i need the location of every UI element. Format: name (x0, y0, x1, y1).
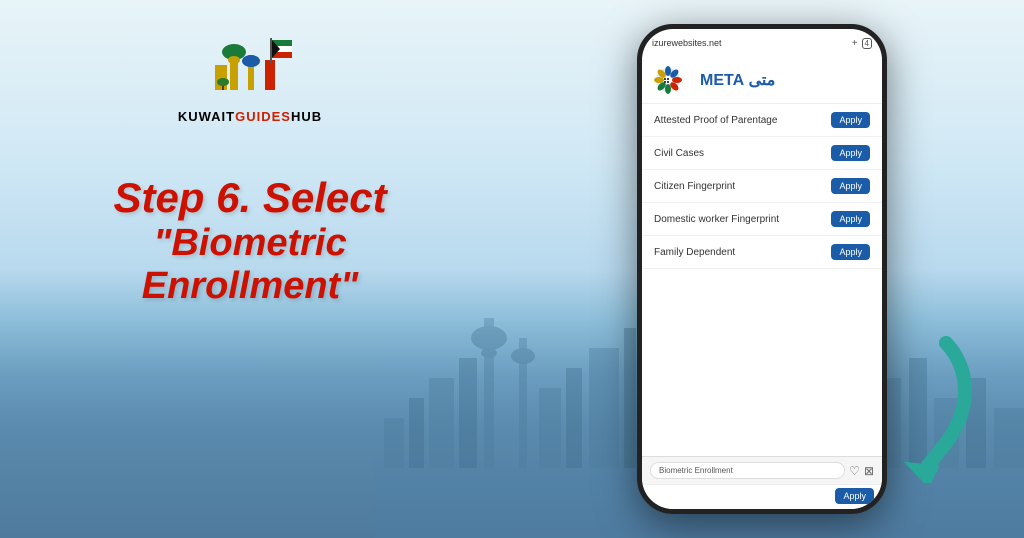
apply-button-0[interactable]: Apply (831, 112, 870, 128)
service-name: Domestic worker Fingerprint (654, 214, 779, 225)
list-item: Citizen Fingerprint Apply (642, 170, 882, 203)
meta-logo-text: متى META (700, 70, 775, 90)
page-wrapper: KUWAITGUIDESHUB Step 6. Select "Biometri… (0, 0, 1024, 538)
new-tab-icon[interactable]: + (852, 38, 858, 49)
apply-button-2[interactable]: Apply (831, 178, 870, 194)
meta-logo-icon (654, 65, 694, 95)
biometric-search-box[interactable]: Biometric Enrollment (650, 462, 845, 479)
meta-logo-bar: متى META (642, 57, 882, 104)
step-instruction: Step 6. Select "Biometric Enrollment" (113, 174, 386, 308)
biometric-apply-row: Apply (642, 484, 882, 509)
apply-button-3[interactable]: Apply (831, 211, 870, 227)
service-name: Family Dependent (654, 247, 735, 258)
teal-arrow (846, 323, 976, 483)
apply-button-5[interactable]: Apply (835, 488, 874, 504)
list-item: Family Dependent Apply (642, 236, 882, 269)
service-name: Citizen Fingerprint (654, 181, 735, 192)
apply-button-4[interactable]: Apply (831, 244, 870, 260)
service-name: Attested Proof of Parentage (654, 115, 777, 126)
browser-icons: + 4 (852, 38, 872, 49)
brand-kuwait: KUWAIT (178, 109, 235, 124)
list-item: Attested Proof of Parentage Apply (642, 104, 882, 137)
tab-count-icon[interactable]: 4 (862, 38, 872, 49)
step-line-1: Step 6. Select (113, 174, 386, 222)
list-item: Domestic worker Fingerprint Apply (642, 203, 882, 236)
right-panel: izurewebsites.net + 4 (500, 0, 1024, 538)
logo-area: KUWAITGUIDESHUB (178, 30, 322, 124)
kuwait-towers-logo (200, 30, 300, 105)
browser-top-bar: izurewebsites.net + 4 (642, 29, 882, 57)
brand-hub: HUB (291, 109, 322, 124)
brand-text: KUWAITGUIDESHUB (178, 109, 322, 124)
step-line-2: "Biometric (113, 222, 386, 265)
list-item: Civil Cases Apply (642, 137, 882, 170)
left-panel: KUWAITGUIDESHUB Step 6. Select "Biometri… (0, 0, 500, 538)
step-line-3: Enrollment" (113, 265, 386, 308)
apply-button-1[interactable]: Apply (831, 145, 870, 161)
url-text: izurewebsites.net (652, 38, 722, 48)
url-bar: izurewebsites.net + 4 (652, 38, 872, 49)
brand-guides: GUIDES (235, 109, 291, 124)
service-name: Civil Cases (654, 148, 704, 159)
